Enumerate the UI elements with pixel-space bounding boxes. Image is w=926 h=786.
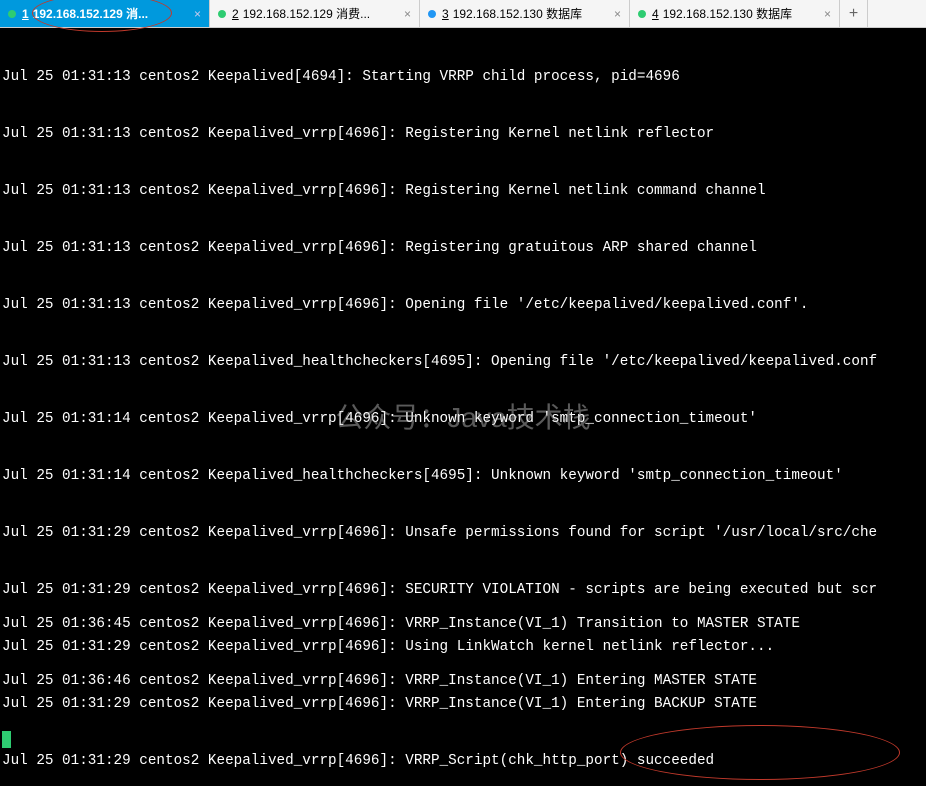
log-line: Jul 25 01:31:14 centos2 Keepalived_healt…: [2, 467, 877, 486]
log-line: Jul 25 01:31:13 centos2 Keepalived_healt…: [2, 353, 877, 372]
tab-bar: 1 192.168.152.129 消... × 2 192.168.152.1…: [0, 0, 926, 28]
cursor-line: [2, 729, 800, 748]
status-dot-icon: [218, 10, 226, 18]
log-line: Jul 25 01:31:14 centos2 Keepalived_vrrp[…: [2, 410, 877, 429]
status-dot-icon: [428, 10, 436, 18]
log-line: Jul 25 01:31:13 centos2 Keepalived[4694]…: [2, 68, 877, 87]
tab-4[interactable]: 4 192.168.152.130 数据库 ×: [630, 0, 840, 27]
tab-label: 192.168.152.129 消...: [33, 5, 148, 22]
new-tab-button[interactable]: +: [840, 0, 868, 27]
tab-1[interactable]: 1 192.168.152.129 消... ×: [0, 0, 210, 27]
tab-label: 192.168.152.129 消费...: [243, 5, 370, 22]
log-line: Jul 25 01:31:13 centos2 Keepalived_vrrp[…: [2, 125, 877, 144]
cursor-icon: [2, 731, 11, 748]
log-line: Jul 25 01:36:45 centos2 Keepalived_vrrp[…: [2, 615, 800, 634]
log-line: Jul 25 01:36:46 centos2 Keepalived_vrrp[…: [2, 672, 800, 691]
tab-label: 192.168.152.130 数据库: [663, 5, 792, 22]
tab-number: 1: [22, 7, 29, 21]
close-icon[interactable]: ×: [400, 7, 411, 21]
close-icon[interactable]: ×: [190, 7, 201, 21]
log-line: Jul 25 01:31:13 centos2 Keepalived_vrrp[…: [2, 239, 877, 258]
terminal[interactable]: Jul 25 01:31:13 centos2 Keepalived[4694]…: [0, 28, 926, 786]
tab-label: 192.168.152.130 数据库: [453, 5, 582, 22]
close-icon[interactable]: ×: [820, 7, 831, 21]
tab-number: 4: [652, 7, 659, 21]
status-dot-icon: [638, 10, 646, 18]
log-line: Jul 25 01:31:29 centos2 Keepalived_vrrp[…: [2, 524, 877, 543]
tab-3[interactable]: 3 192.168.152.130 数据库 ×: [420, 0, 630, 27]
status-dot-icon: [8, 10, 16, 18]
log-output-bottom: Jul 25 01:36:45 centos2 Keepalived_vrrp[…: [0, 577, 802, 786]
tab-2[interactable]: 2 192.168.152.129 消费... ×: [210, 0, 420, 27]
close-icon[interactable]: ×: [610, 7, 621, 21]
tab-number: 3: [442, 7, 449, 21]
log-line: Jul 25 01:31:13 centos2 Keepalived_vrrp[…: [2, 182, 877, 201]
tab-number: 2: [232, 7, 239, 21]
log-line: Jul 25 01:31:13 centos2 Keepalived_vrrp[…: [2, 296, 877, 315]
